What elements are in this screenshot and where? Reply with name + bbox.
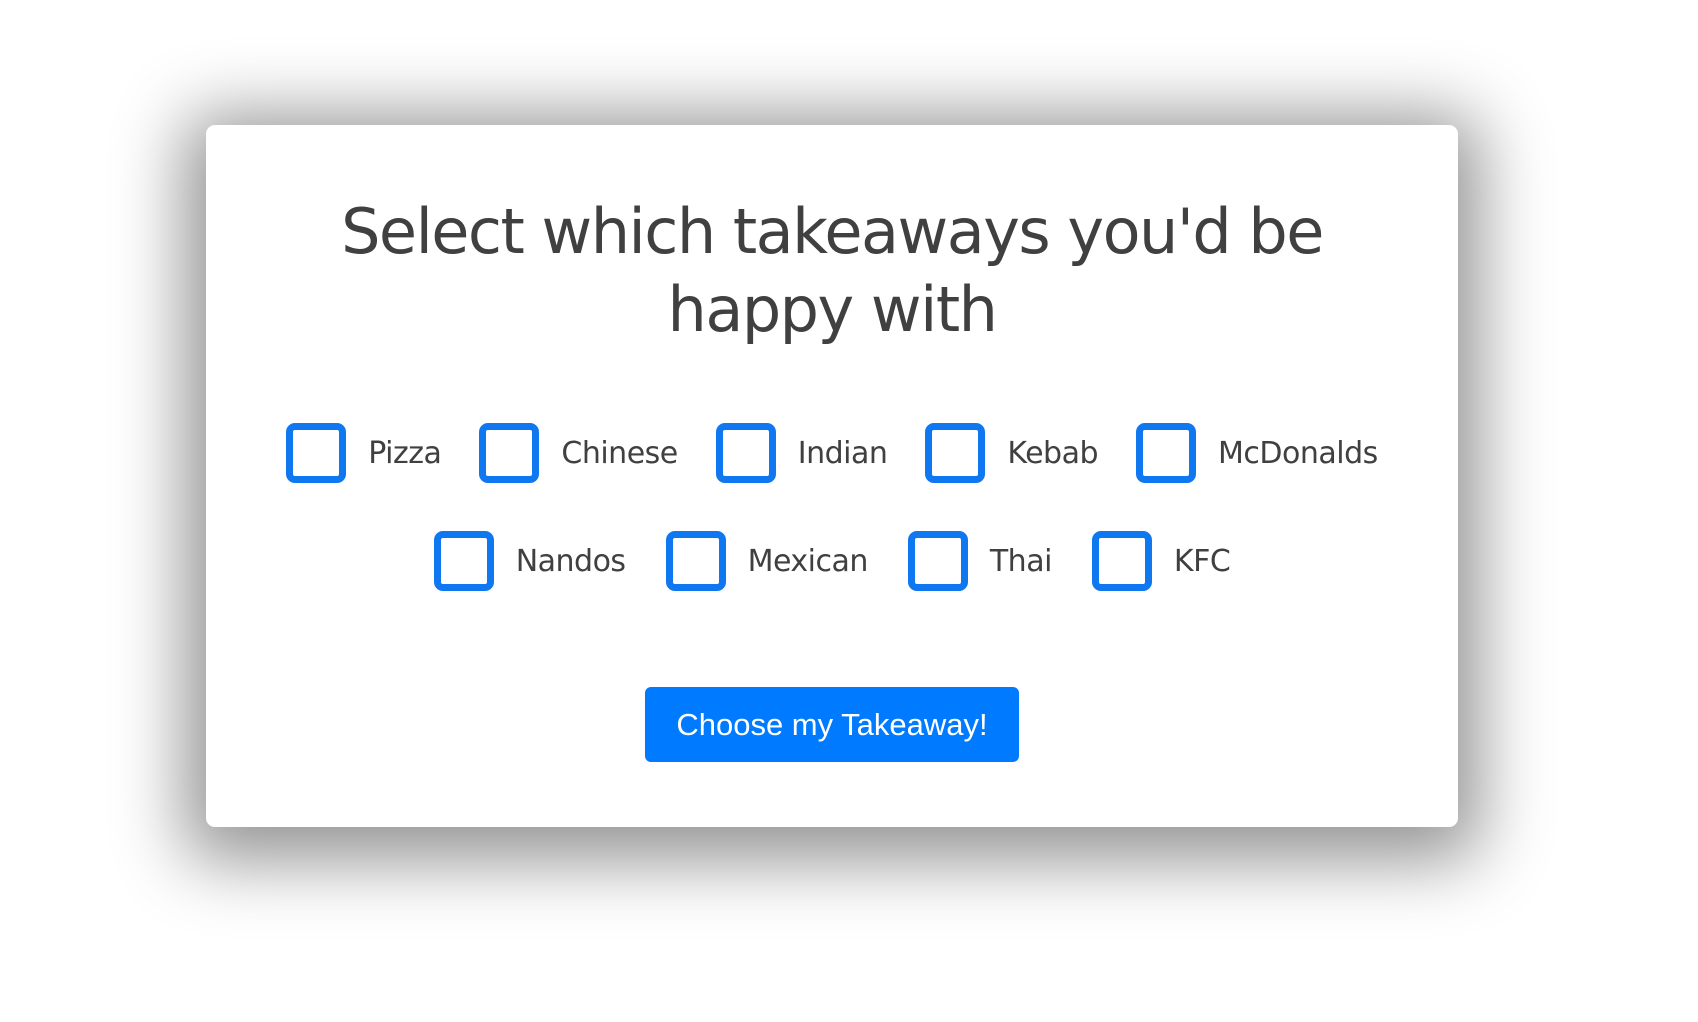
checkbox-mexican[interactable]: [665, 531, 726, 591]
option-thai[interactable]: Thai: [907, 531, 1053, 591]
option-mexican[interactable]: Mexican: [665, 531, 869, 591]
option-chinese[interactable]: Chinese: [479, 423, 678, 483]
checkbox-chinese[interactable]: [479, 423, 540, 483]
option-label: McDonalds: [1218, 435, 1378, 471]
option-label: Mexican: [747, 543, 869, 579]
checkbox-pizza[interactable]: [286, 423, 347, 483]
checkbox-mcdonalds[interactable]: [1136, 423, 1196, 483]
page-title: Select which takeaways you'd be happy wi…: [341, 195, 1324, 346]
option-label: Thai: [989, 543, 1053, 579]
checkbox-kebab[interactable]: [925, 423, 986, 483]
option-pizza[interactable]: Pizza: [286, 423, 442, 483]
option-kfc[interactable]: KFC: [1091, 531, 1231, 591]
checkbox-indian[interactable]: [715, 423, 776, 483]
option-nandos[interactable]: Nandos: [433, 531, 626, 591]
option-label: Pizza: [368, 435, 442, 471]
option-label: Indian: [797, 435, 888, 471]
option-indian[interactable]: Indian: [715, 423, 888, 483]
option-label: KFC: [1173, 543, 1231, 579]
choose-takeaway-button[interactable]: Choose my Takeaway!: [645, 687, 1019, 762]
checkbox-nandos[interactable]: [433, 531, 494, 591]
option-label: Nandos: [515, 543, 626, 579]
option-kebab[interactable]: Kebab: [925, 423, 1098, 483]
takeaway-selection-card: Select which takeaways you'd be happy wi…: [206, 125, 1458, 827]
option-label: Kebab: [1007, 435, 1098, 471]
checkbox-thai[interactable]: [907, 531, 968, 591]
options-row-1: Pizza Chinese Indian Kebab McDonalds: [206, 423, 1458, 483]
option-label: Chinese: [561, 435, 678, 471]
checkbox-kfc[interactable]: [1091, 531, 1152, 591]
options-row-2: Nandos Mexican Thai KFC: [206, 531, 1458, 591]
option-mcdonalds[interactable]: McDonalds: [1136, 423, 1378, 483]
